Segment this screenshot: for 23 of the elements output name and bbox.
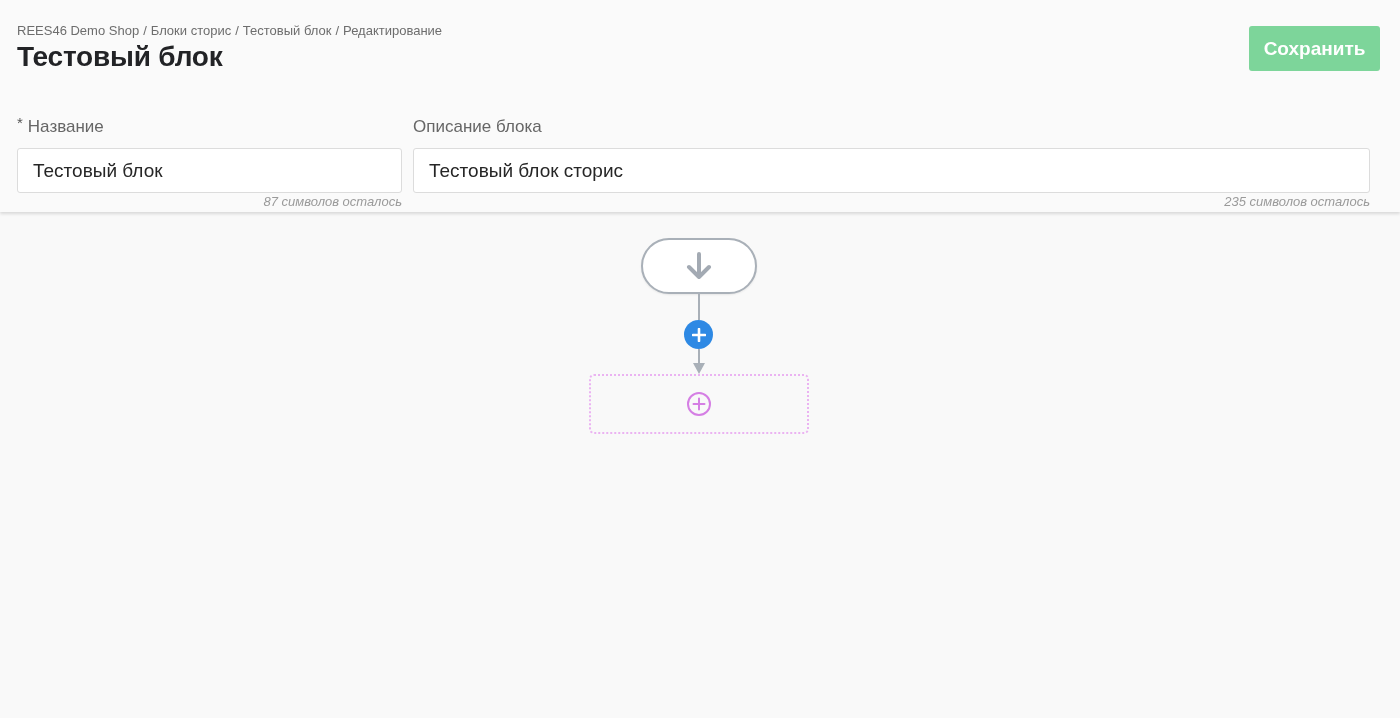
breadcrumb-link[interactable]: REES46 Demo Shop — [17, 22, 140, 40]
breadcrumb-separator: / — [335, 22, 340, 40]
input-field[interactable]: Тестовый блок — [17, 148, 402, 193]
required-mark: * — [17, 116, 23, 130]
breadcrumb-link[interactable]: Тестовый блок — [242, 22, 332, 40]
character-counter: 235 символов осталось — [1224, 193, 1370, 211]
breadcrumb-current: Редактирование — [343, 22, 443, 40]
arrow-down-icon — [685, 252, 712, 280]
plus-circle-icon — [686, 392, 711, 416]
field-label: Описание блока — [413, 116, 542, 138]
input-field[interactable]: Тестовый блок сторис — [413, 148, 1370, 193]
breadcrumb-separator: / — [235, 22, 239, 40]
start-node[interactable] — [640, 238, 757, 294]
plus-icon — [691, 327, 706, 342]
drop-zone[interactable] — [588, 374, 809, 434]
connector-line — [697, 294, 700, 320]
connector-arrow — [692, 349, 705, 374]
add-step-button[interactable] — [684, 320, 713, 349]
page-title: Тестовый блок — [17, 40, 224, 74]
character-counter: 87 символов осталось — [263, 193, 402, 211]
field-label: Название — [27, 116, 104, 138]
breadcrumb-link[interactable]: Блоки сторис — [150, 22, 232, 40]
breadcrumb-separator: / — [143, 22, 147, 40]
